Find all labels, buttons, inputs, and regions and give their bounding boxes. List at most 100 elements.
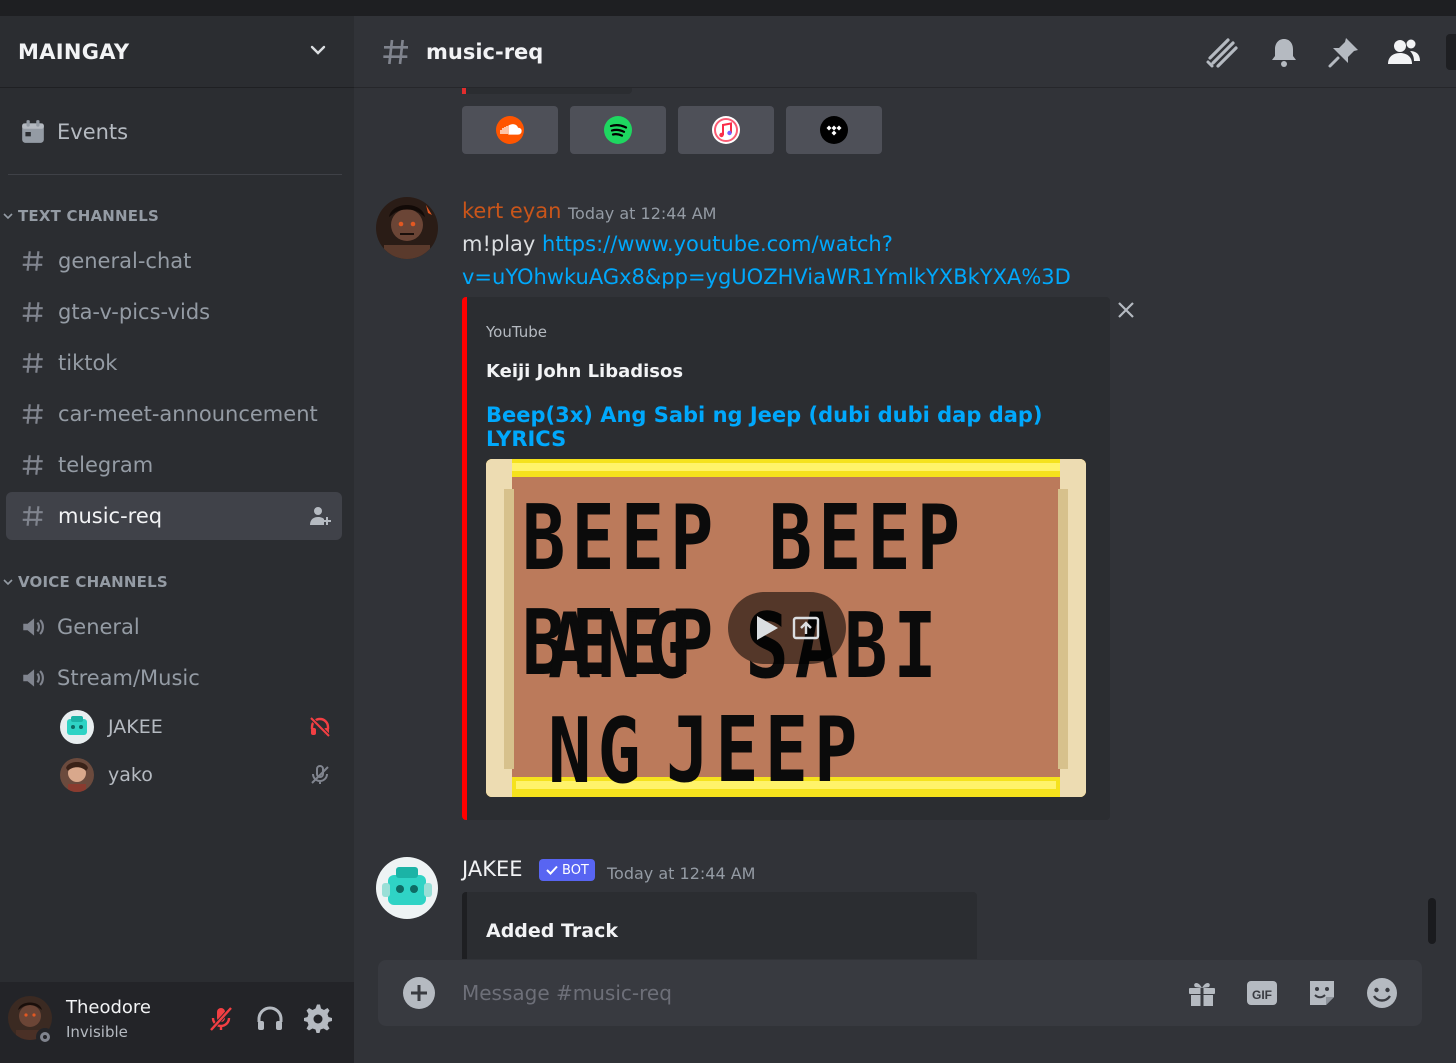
youtube-link[interactable]: https://www.youtube.com/watch? v=uYOhwkuA… (462, 232, 1071, 289)
previous-embed (466, 88, 632, 94)
voice-member-name: yako (108, 764, 153, 786)
hashtag-icon (22, 251, 43, 271)
message-input[interactable] (462, 979, 1162, 1007)
thumbnail-text-line3: JEEP (666, 697, 864, 797)
sidebar-item-voice-general[interactable]: General (6, 603, 342, 651)
tidal-button[interactable] (786, 106, 882, 154)
embed-provider: YouTube (486, 323, 547, 341)
voice-member-name: JAKEE (108, 716, 163, 738)
gif-icon[interactable]: GIF (1244, 975, 1280, 1011)
category-voice-channels[interactable]: VOICE CHANNELS (0, 572, 168, 592)
sidebar-item-label: music-req (58, 504, 163, 528)
sidebar-item-music-req[interactable]: music-req (6, 492, 342, 540)
message-timestamp: Today at 12:44 AM (568, 204, 717, 223)
user-panel: Theodore Invisible (0, 982, 354, 1063)
message-content: m!play https://www.youtube.com/watch? v=u… (462, 228, 1102, 294)
chevron-down-icon (310, 45, 326, 55)
sidebar-item-general-chat[interactable]: general-chat (6, 237, 342, 285)
voice-member-yako[interactable]: yako (60, 755, 340, 795)
user-status-text: Invisible (66, 1023, 128, 1041)
divider (8, 174, 342, 175)
channel-header: music-req (354, 16, 1456, 88)
avatar[interactable] (376, 197, 438, 259)
spotify-button[interactable] (570, 106, 666, 154)
bell-icon[interactable] (1266, 34, 1302, 70)
svg-text:GIF: GIF (1252, 988, 1272, 1002)
pin-icon[interactable] (1326, 34, 1362, 70)
message-author[interactable]: kert eyan (462, 199, 561, 223)
gift-icon[interactable] (1184, 975, 1220, 1011)
category-label: VOICE CHANNELS (18, 573, 168, 591)
sidebar-item-label: telegram (58, 453, 154, 477)
create-invite-icon[interactable] (308, 504, 332, 528)
sidebar-item-tiktok[interactable]: tiktok (6, 339, 342, 387)
message-author[interactable]: JAKEE (462, 857, 523, 881)
bot-badge: BOT (539, 859, 595, 881)
youtube-embed: YouTube Keiji John Libadisos Beep(3x) An… (462, 297, 1110, 820)
message-timestamp: Today at 12:44 AM (607, 864, 756, 883)
embed-title-link[interactable]: Beep(3x) Ang Sabi ng Jeep (dubi dubi dap… (486, 403, 1110, 451)
hashtag-icon (22, 506, 43, 526)
sidebar-item-telegram[interactable]: telegram (6, 441, 342, 489)
sidebar-item-label: Events (57, 120, 129, 144)
embed-title: Added Track (486, 920, 618, 942)
scrollbar-thumb[interactable] (1428, 898, 1436, 944)
soundcloud-icon (496, 116, 524, 144)
calendar-icon (22, 120, 44, 143)
hashtag-icon (22, 353, 43, 373)
open-external-icon[interactable] (791, 613, 821, 643)
server-muted-icon (311, 765, 329, 784)
tidal-icon (820, 116, 848, 144)
spotify-icon (604, 116, 632, 144)
video-thumbnail[interactable]: BEEP BEEP BEEP ANG SABI NG JEEP (486, 459, 1086, 797)
add-attachment-icon[interactable] (402, 976, 436, 1010)
emoji-icon[interactable] (1364, 975, 1400, 1011)
deafened-icon (309, 716, 331, 738)
sidebar-item-events[interactable]: Events (6, 108, 342, 156)
server-header[interactable]: MAINGAY (0, 16, 354, 88)
sidebar-item-voice-stream-music[interactable]: Stream/Music (6, 654, 342, 702)
embed-author[interactable]: Keiji John Libadisos (486, 361, 683, 382)
chevron-down-icon (3, 579, 13, 586)
sidebar-item-car-meet-announcement[interactable]: car-meet-announcement (6, 390, 342, 438)
hashtag-icon (22, 404, 43, 424)
sidebar-item-label: gta-v-pics-vids (58, 300, 211, 324)
category-text-channels[interactable]: TEXT CHANNELS (0, 206, 159, 226)
apple-music-icon (712, 116, 740, 144)
sidebar-item-label: car-meet-announcement (58, 402, 318, 426)
sticker-icon[interactable] (1304, 975, 1340, 1011)
speaker-icon (23, 669, 44, 687)
play-icon[interactable] (753, 613, 781, 643)
sidebar-item-label: general-chat (58, 249, 192, 273)
hashtag-icon (22, 302, 43, 322)
gear-icon[interactable] (302, 1003, 334, 1035)
sidebar-item-label: Stream/Music (57, 666, 200, 690)
inbox-edge (1446, 34, 1456, 70)
avatar (60, 758, 94, 792)
video-controls (728, 592, 846, 664)
close-icon[interactable] (1114, 298, 1138, 322)
sidebar-item-label: tiktok (58, 351, 118, 375)
avatar (60, 710, 94, 744)
sidebar-item-gta-v-pics-vids[interactable]: gta-v-pics-vids (6, 288, 342, 336)
voice-member-jakee[interactable]: JAKEE (60, 707, 340, 747)
threads-icon[interactable] (1204, 34, 1240, 70)
channel-name: music-req (426, 39, 544, 64)
server-name: MAINGAY (18, 39, 130, 64)
speaker-icon (23, 618, 44, 636)
message-composer: GIF (378, 960, 1422, 1026)
channel-sidebar: MAINGAY Events TEXT CHANNELS general-cha… (0, 16, 354, 1063)
status-invisible-icon (36, 1028, 54, 1046)
user-name: Theodore (66, 997, 152, 1018)
sidebar-item-label: General (57, 615, 140, 639)
member-list-icon[interactable] (1386, 34, 1422, 70)
chat-area: music-req kert eyan Today at 12:44 AM m!… (354, 16, 1456, 1063)
mic-muted-icon[interactable] (205, 1003, 237, 1035)
apple-music-button[interactable] (678, 106, 774, 154)
hashtag-icon (383, 39, 408, 64)
check-icon (546, 865, 558, 875)
soundcloud-button[interactable] (462, 106, 558, 154)
headphones-icon[interactable] (254, 1003, 286, 1035)
hashtag-icon (22, 455, 43, 475)
avatar[interactable] (376, 857, 438, 919)
